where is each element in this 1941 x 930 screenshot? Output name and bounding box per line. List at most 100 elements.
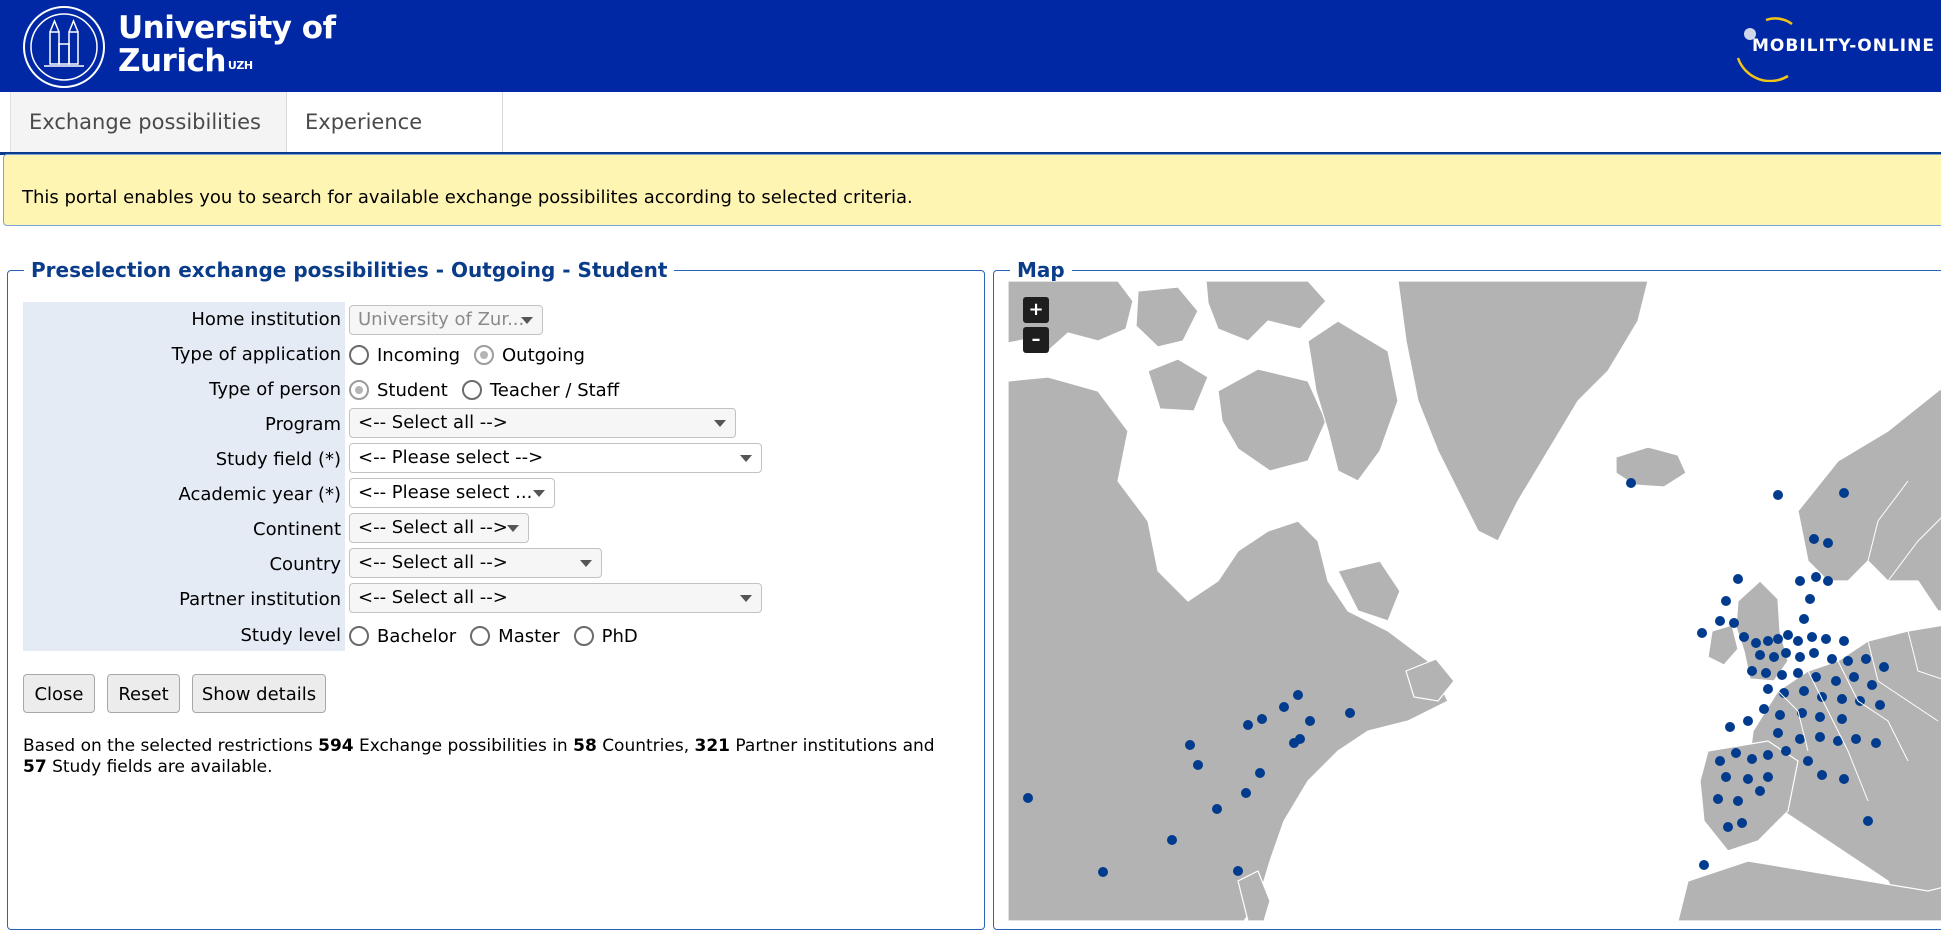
map-marker	[1817, 692, 1827, 702]
info-box-title-clipped	[24, 147, 344, 161]
map-marker	[1823, 538, 1833, 548]
program-select[interactable]: <-- Select all -->	[349, 408, 736, 438]
continent-label: Continent	[253, 519, 341, 540]
map-marker	[1839, 488, 1849, 498]
map-marker	[1795, 652, 1805, 662]
info-box: This portal enables you to search for av…	[3, 154, 1941, 226]
summary-partner-text: Partner institutions and	[735, 736, 935, 756]
map-marker	[1811, 572, 1821, 582]
map-marker	[1849, 672, 1859, 682]
map-marker	[1721, 772, 1731, 782]
map-marker	[1761, 668, 1771, 678]
map-marker	[1715, 756, 1725, 766]
radio-teacher-staff[interactable]	[461, 380, 482, 400]
university-name-line1: University of	[118, 10, 336, 46]
radio-master[interactable]	[470, 626, 491, 646]
country-select[interactable]: <-- Select all -->	[349, 548, 602, 578]
results-summary: Based on the selected restrictions 594 E…	[23, 736, 943, 778]
map-marker	[1626, 478, 1636, 488]
map-marker	[1803, 756, 1813, 766]
radio-bachelor-label: Bachelor	[377, 625, 457, 647]
map-marker	[1875, 700, 1885, 710]
map-marker	[1167, 835, 1177, 845]
summary-field-text: Study fields are available.	[52, 757, 273, 777]
map-marker	[1279, 702, 1289, 712]
close-button[interactable]: Close	[23, 674, 95, 713]
map-marker	[1799, 686, 1809, 696]
radio-bachelor[interactable]	[349, 626, 369, 646]
map-land-arctic-2	[1135, 286, 1199, 348]
country-value: <-- Select all -->	[358, 552, 508, 573]
map-marker	[1831, 676, 1841, 686]
mobility-online-logo[interactable]: MOBILITY-ONLINE	[1752, 36, 1935, 56]
academic-year-label: Academic year (*)	[178, 484, 341, 505]
reset-button[interactable]: Reset	[107, 674, 180, 713]
map-marker	[1793, 668, 1803, 678]
radio-teacher-staff-label: Teacher / Staff	[489, 379, 620, 401]
map-land-arctic-4	[1147, 358, 1209, 412]
map-marker	[1743, 716, 1753, 726]
map-marker	[1827, 654, 1837, 664]
radio-incoming[interactable]	[349, 345, 369, 365]
map-title: Map	[1010, 257, 1072, 283]
world-map[interactable]	[1008, 281, 1941, 921]
main-nav: Exchange possibilities Experience Report	[0, 92, 1941, 194]
map-marker	[1783, 630, 1793, 640]
university-seal-icon	[23, 6, 105, 88]
type-of-person-label: Type of person	[209, 379, 341, 400]
map-marker	[1795, 576, 1805, 586]
study-field-value: <-- Please select -->	[358, 447, 544, 468]
zoom-in-button[interactable]: +	[1023, 297, 1049, 323]
map-marker	[1773, 490, 1783, 500]
study-field-select[interactable]: <-- Please select -->	[349, 443, 762, 473]
continent-select[interactable]: <-- Select all -->	[349, 513, 529, 543]
radio-master-label: Master	[498, 625, 560, 647]
map-marker	[1255, 768, 1265, 778]
tab-exchange-possibilities[interactable]: Exchange possibilities	[10, 92, 287, 152]
radio-student[interactable]	[349, 380, 369, 400]
map-marker	[1733, 574, 1743, 584]
partner-institution-select[interactable]: <-- Select all -->	[349, 583, 762, 613]
map-marker	[1775, 710, 1785, 720]
map-marker	[1755, 650, 1765, 660]
map-marker	[1839, 774, 1849, 784]
map-marker	[1721, 596, 1731, 606]
map-marker	[1861, 654, 1871, 664]
program-value: <-- Select all -->	[358, 412, 508, 433]
university-name[interactable]: University of Zurich UZH	[118, 12, 336, 78]
tab-experience-report[interactable]: Experience Report	[287, 92, 503, 194]
country-count: 58	[573, 736, 597, 756]
partner-count: 321	[694, 736, 731, 756]
map-land-north-america	[1008, 376, 1449, 921]
radio-outgoing[interactable]	[474, 345, 494, 365]
map-marker	[1713, 794, 1723, 804]
map-marker	[1773, 634, 1783, 644]
map-marker	[1243, 720, 1253, 730]
map-marker	[1747, 666, 1757, 676]
zoom-out-button[interactable]: –	[1023, 327, 1049, 353]
home-institution-select: University of Zur...	[349, 305, 543, 335]
map-marker	[1795, 734, 1805, 744]
map-marker	[1305, 716, 1315, 726]
show-details-button[interactable]: Show details	[192, 674, 326, 713]
map-marker	[1807, 632, 1817, 642]
map-marker	[1737, 818, 1747, 828]
map-marker	[1747, 754, 1757, 764]
type-of-person-group: Student Teacher / Staff	[349, 379, 633, 401]
summary-prefix: Based on the selected restrictions	[23, 736, 313, 756]
radio-phd[interactable]	[573, 626, 594, 646]
partner-institution-label: Partner institution	[179, 589, 341, 610]
chevron-down-icon	[521, 317, 533, 324]
map-marker	[1743, 774, 1753, 784]
map-marker	[1729, 618, 1739, 628]
map-marker	[1781, 648, 1791, 658]
program-label: Program	[265, 414, 341, 435]
radio-phd-label: PhD	[601, 625, 638, 647]
radio-student-label: Student	[377, 379, 448, 401]
map-land-greenland	[1397, 281, 1649, 542]
map-marker	[1731, 748, 1741, 758]
academic-year-select[interactable]: <-- Please select ...	[349, 478, 555, 508]
continent-value: <-- Select all -->	[358, 517, 508, 538]
map-canvas[interactable]: + –	[1008, 281, 1941, 921]
map-marker	[1851, 734, 1861, 744]
